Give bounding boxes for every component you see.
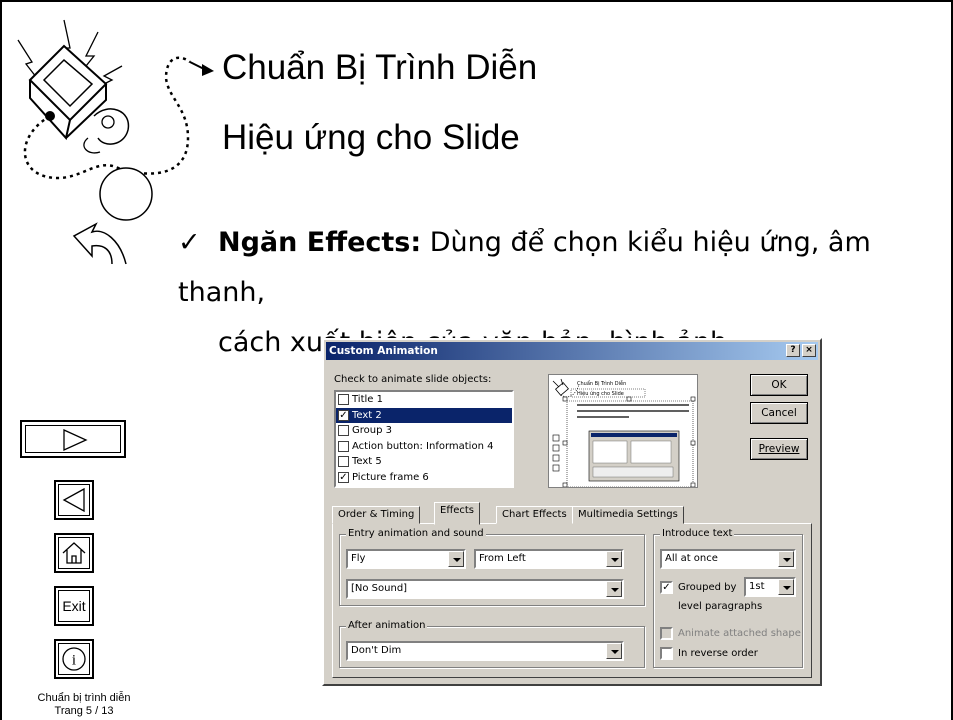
tab-effects[interactable]: Effects [434, 502, 480, 525]
slide-preview: Chuẩn Bị Trình Diễn Hiệu ứng cho Slide [548, 374, 698, 488]
checkbox-checked-icon[interactable]: ✓ [660, 581, 673, 594]
list-item-label: Action button: Information 4 [352, 440, 494, 452]
footer: Chuẩn bị trình diễn Trang 5 / 13 [24, 692, 144, 718]
home-button[interactable] [54, 533, 94, 573]
list-item-label: Text 2 [352, 409, 382, 421]
custom-animation-dialog: Custom Animation ? × Check to animate sl… [322, 338, 822, 686]
reverse-order-checkbox[interactable]: In reverse order [660, 647, 758, 660]
dialog-title: Custom Animation [329, 345, 438, 357]
sound-value: [No Sound] [351, 583, 408, 594]
checkbox-checked-icon[interactable]: ✓ [338, 471, 349, 483]
exit-label: Exit [62, 598, 86, 614]
close-button[interactable]: × [802, 344, 816, 357]
tab-multimedia-settings[interactable]: Multimedia Settings [572, 506, 684, 524]
entry-direction-select[interactable]: From Left [474, 549, 624, 569]
after-group-title: After animation [346, 620, 428, 631]
entry-direction-value: From Left [479, 553, 526, 564]
check-objects-label: Check to animate slide objects: [334, 374, 492, 385]
play-left-icon [62, 487, 85, 513]
chevron-down-icon[interactable] [606, 643, 622, 659]
checkbox-icon[interactable] [660, 627, 673, 640]
list-item[interactable]: Action button: Information 4 [336, 439, 512, 455]
animate-shape-label: Animate attached shape [678, 628, 801, 639]
introduce-group-title: Introduce text [660, 528, 735, 539]
chevron-down-icon[interactable] [778, 551, 794, 567]
entry-effect-value: Fly [351, 553, 366, 564]
cancel-button[interactable]: Cancel [750, 402, 808, 424]
chevron-down-icon[interactable] [778, 579, 794, 595]
slide-title: Chuẩn Bị Trình Diễn [222, 48, 538, 87]
effects-panel: Entry animation and sound Fly From Left … [332, 523, 812, 678]
previous-slide-button[interactable] [54, 480, 94, 520]
play-right-icon [63, 428, 88, 452]
tab-order-timing[interactable]: Order & Timing [332, 506, 421, 524]
checkbox-icon[interactable] [660, 647, 673, 660]
chevron-down-icon[interactable] [606, 551, 622, 567]
objects-listbox[interactable]: Title 1 ✓ Text 2 Group 3 Action button: Info… [334, 390, 514, 488]
grouped-by-label: Grouped by [678, 582, 737, 593]
introduce-text-value: All at once [665, 553, 718, 564]
entry-group-title: Entry animation and sound [346, 528, 486, 539]
animate-shape-checkbox[interactable]: Animate attached shape [660, 627, 801, 640]
grouped-by-value: 1st [749, 581, 765, 592]
preview-subtitle: Hiệu ứng cho Slide [577, 390, 624, 397]
home-icon [62, 542, 86, 564]
introduce-text-select[interactable]: All at once [660, 549, 796, 569]
checkbox-icon[interactable] [338, 456, 349, 468]
preview-thumbnail-icon: Chuẩn Bị Trình Diễn Hiệu ứng cho Slide [549, 375, 697, 487]
reverse-order-label: In reverse order [678, 648, 758, 659]
list-item[interactable]: ✓ Text 2 [336, 407, 512, 423]
chevron-down-icon[interactable] [448, 551, 464, 567]
list-item[interactable]: Group 3 [336, 423, 512, 439]
after-animation-group: After animation Don't Dim [339, 620, 645, 668]
introduce-text-group: Introduce text All at once ✓ Grouped by … [653, 528, 803, 668]
exit-button[interactable]: Exit [54, 586, 94, 626]
preview-button[interactable]: Preview [750, 438, 808, 460]
entry-animation-group: Entry animation and sound Fly From Left … [339, 528, 645, 606]
level-paragraphs-label: level paragraphs [678, 601, 763, 612]
list-item[interactable]: ✓ Picture frame 6 [336, 470, 512, 486]
info-button[interactable]: i [54, 639, 94, 679]
list-item-label: Picture frame 6 [352, 471, 429, 483]
grouped-by-checkbox[interactable]: ✓ Grouped by [660, 581, 736, 594]
list-item-label: Text 5 [352, 456, 382, 468]
sound-select[interactable]: [No Sound] [346, 579, 624, 599]
bullet-bold-label: Ngăn Effects: [218, 227, 422, 258]
svg-text:i: i [72, 653, 76, 669]
list-item[interactable]: Text 5 [336, 454, 512, 470]
checkbox-icon[interactable] [338, 440, 349, 452]
checkmark-icon: ✓ [178, 227, 201, 258]
list-item-label: Group 3 [352, 425, 392, 437]
tab-chart-effects[interactable]: Chart Effects [496, 506, 573, 524]
entry-effect-select[interactable]: Fly [346, 549, 466, 569]
list-item-label: Title 1 [352, 394, 383, 406]
footer-page: Trang 5 / 13 [54, 705, 114, 717]
slide-subtitle: Hiệu ứng cho Slide [222, 118, 520, 157]
next-slide-button[interactable] [20, 420, 126, 458]
footer-title: Chuẩn bị trình diễn [37, 692, 131, 704]
after-animation-value: Don't Dim [351, 645, 402, 656]
checkbox-checked-icon[interactable]: ✓ [338, 409, 349, 421]
checkbox-icon[interactable] [338, 425, 349, 437]
preview-title: Chuẩn Bị Trình Diễn [577, 380, 626, 387]
preview-button-label: Preview [758, 443, 800, 455]
help-button[interactable]: ? [786, 344, 800, 357]
grouped-by-select[interactable]: 1st [744, 577, 796, 597]
checkbox-icon[interactable] [338, 394, 349, 406]
dialog-titlebar: Custom Animation ? × [326, 342, 818, 360]
info-icon: i [62, 647, 86, 671]
after-animation-select[interactable]: Don't Dim [346, 641, 624, 661]
chevron-down-icon[interactable] [606, 581, 622, 597]
ok-button[interactable]: OK [750, 374, 808, 396]
list-item[interactable]: Title 1 [336, 392, 512, 408]
